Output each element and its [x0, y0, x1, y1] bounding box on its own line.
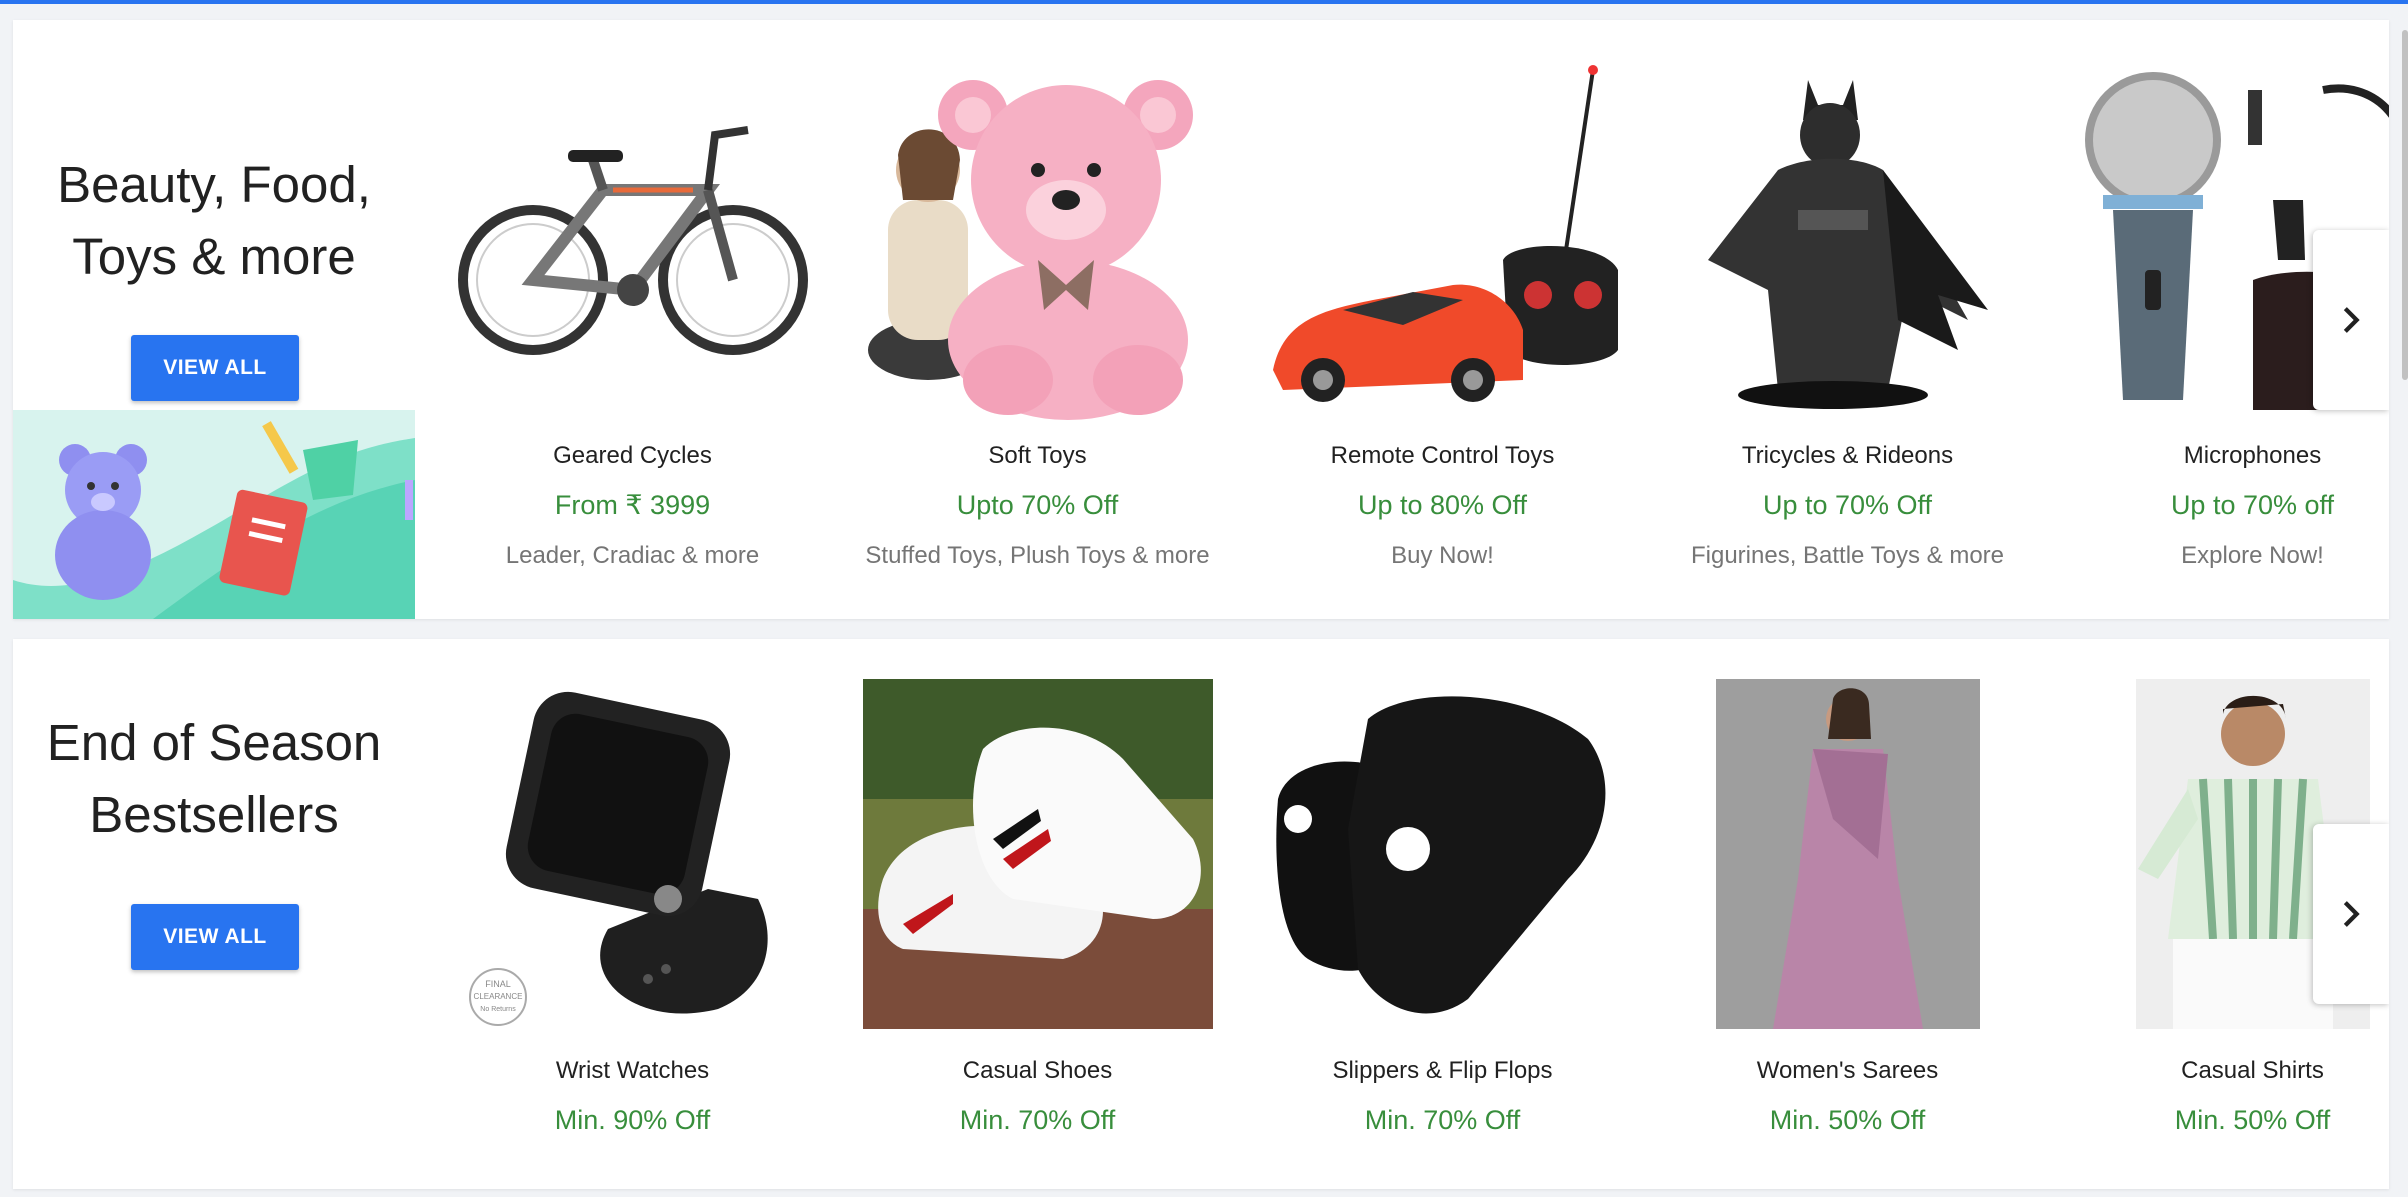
chevron-right-icon: [2343, 307, 2360, 333]
product-offer: Min. 50% Off: [1769, 1105, 1926, 1135]
section-intro: Beauty, Food, Toys & more VIEW ALL: [13, 20, 415, 619]
category-subtitle: Leader, Cradiac & more: [505, 542, 760, 569]
category-offer: From ₹ 3999: [554, 490, 711, 520]
category-name: Remote Control Toys: [1330, 442, 1555, 469]
badge-line: CLEARANCE: [473, 992, 522, 1001]
product-offer: Min. 70% Off: [959, 1105, 1116, 1135]
teddy-bear-image: [867, 80, 1193, 420]
product-name: Casual Shoes: [962, 1057, 1113, 1084]
product-name: Wrist Watches: [555, 1057, 710, 1084]
badge-line: FINAL: [485, 979, 511, 989]
category-offer: Up to 70% off: [2170, 490, 2335, 520]
view-all-button[interactable]: VIEW ALL: [131, 904, 299, 970]
category-subtitle: Figurines, Battle Toys & more: [1690, 542, 2005, 569]
section-intro: End of Season Bestsellers VIEW ALL: [13, 639, 415, 1189]
slides-image: [1275, 696, 1605, 1014]
category-card-soft-toys[interactable]: Soft Toys Upto 70% Off Stuffed Toys, Plu…: [835, 20, 1240, 619]
carousel-next-button[interactable]: [2313, 824, 2389, 1004]
category-subtitle: Explore Now!: [2181, 542, 2324, 569]
category-offer: Up to 70% Off: [1762, 490, 1933, 520]
category-offer: Up to 80% Off: [1357, 490, 1528, 520]
product-offer: Min. 90% Off: [554, 1105, 711, 1135]
category-name: Soft Toys: [988, 442, 1087, 469]
category-subtitle: Stuffed Toys, Plush Toys & more: [865, 542, 1210, 569]
watch-image: FINAL CLEARANCE No Returns: [468, 691, 768, 1026]
product-card-slippers-flip-flops[interactable]: Slippers & Flip Flops Min. 70% Off: [1240, 639, 1645, 1189]
product-name: Slippers & Flip Flops: [1332, 1057, 1553, 1084]
category-name: Microphones: [2183, 442, 2322, 469]
page-scrollbar[interactable]: [2402, 30, 2408, 380]
promo-illustration: [13, 410, 415, 619]
product-card-casual-shoes[interactable]: Casual Shoes Min. 70% Off: [835, 639, 1240, 1189]
section-beauty-food-toys: Beauty, Food, Toys & more VIEW ALL Geare…: [13, 20, 2389, 619]
category-card-tricycles-rideons[interactable]: Tricycles & Rideons Up to 70% Off Figuri…: [1645, 20, 2050, 619]
category-name: Tricycles & Rideons: [1741, 442, 1954, 469]
category-offer: Upto 70% Off: [956, 490, 1119, 520]
product-name: Casual Shirts: [2181, 1057, 2324, 1084]
badge-line: No Returns: [480, 1006, 516, 1013]
chevron-right-icon: [2343, 901, 2360, 927]
section-end-of-season-bestsellers: End of Season Bestsellers VIEW ALL FINAL…: [13, 639, 2389, 1189]
category-card-remote-control-toys[interactable]: Remote Control Toys Up to 80% Off Buy No…: [1240, 20, 1645, 619]
view-all-button[interactable]: VIEW ALL: [131, 335, 299, 401]
sneaker-image: [862, 679, 1213, 1029]
product-name: Women's Sarees: [1756, 1057, 1939, 1084]
top-accent-bar: [0, 0, 2408, 4]
rc-car-image: [1272, 65, 1618, 402]
category-subtitle: Buy Now!: [1391, 542, 1494, 569]
category-card-geared-cycles[interactable]: Geared Cycles From ₹ 3999 Leader, Cradia…: [430, 20, 835, 619]
product-card-wrist-watches[interactable]: FINAL CLEARANCE No Returns Wrist Watches…: [430, 639, 835, 1189]
product-card-womens-sarees[interactable]: Women's Sarees Min. 50% Off: [1645, 639, 2050, 1189]
product-offer: Min. 50% Off: [2174, 1105, 2331, 1135]
figurine-image: [1707, 80, 1988, 409]
category-name: Geared Cycles: [553, 442, 712, 469]
product-offer: Min. 70% Off: [1364, 1105, 1521, 1135]
section-title: Beauty, Food, Toys & more: [57, 156, 371, 285]
saree-image: [1715, 679, 1980, 1029]
section-title: End of Season Bestsellers: [46, 714, 382, 843]
bicycle-image: [457, 126, 808, 355]
carousel-next-button[interactable]: [2313, 230, 2389, 410]
